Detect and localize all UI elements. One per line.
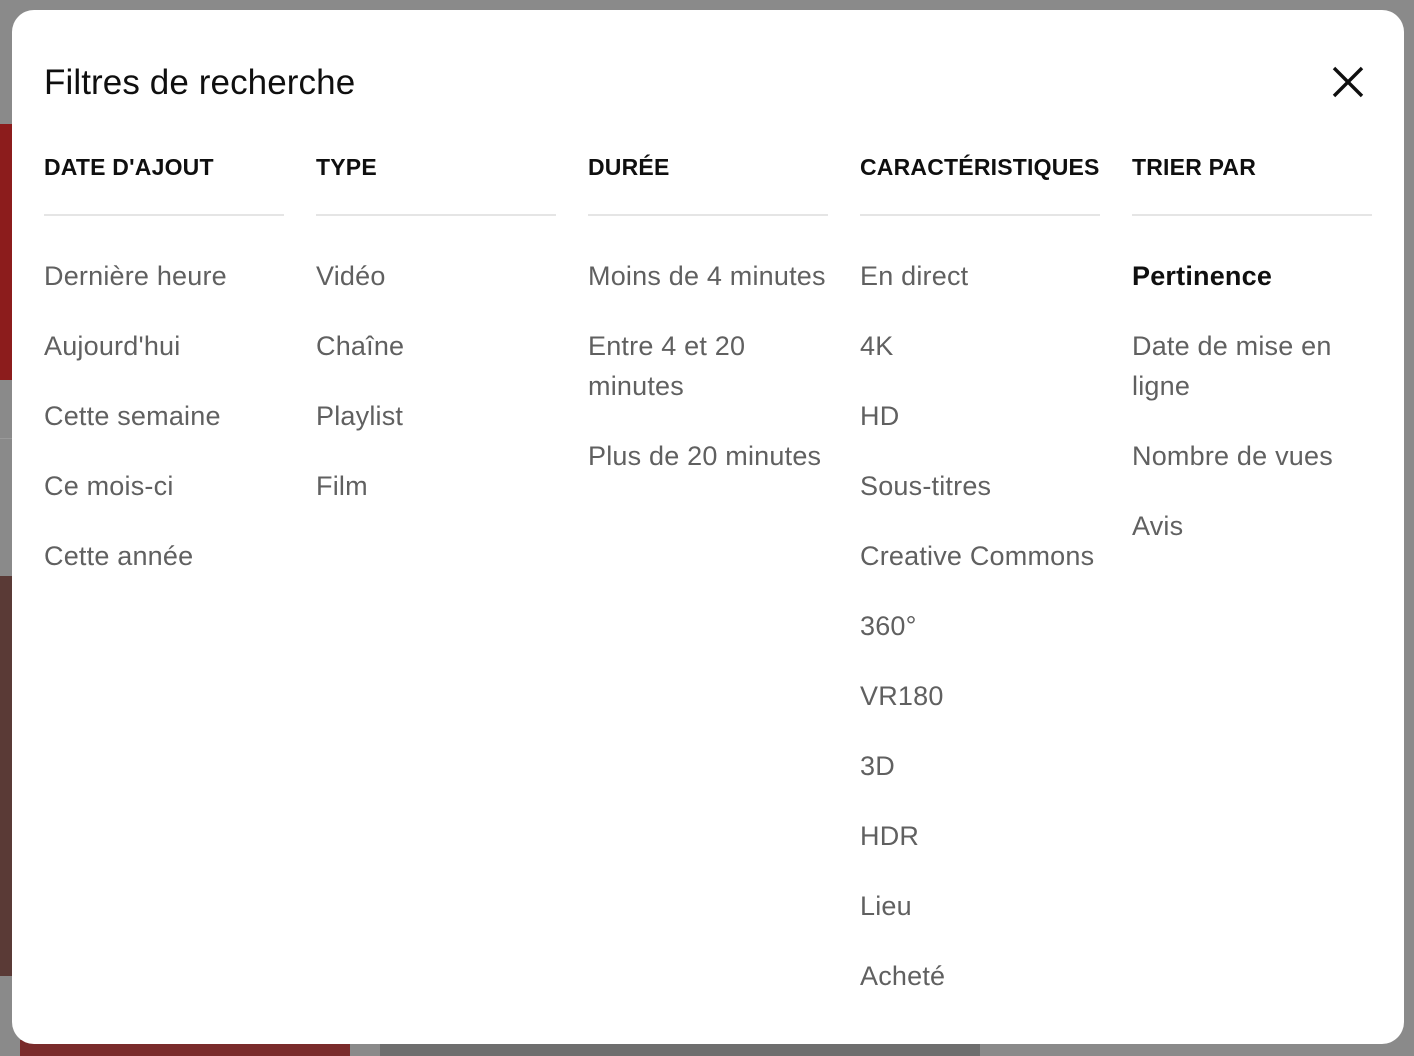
filter-option-this-month[interactable]: Ce mois-ci xyxy=(44,466,304,506)
filter-option-video[interactable]: Vidéo xyxy=(316,256,576,296)
filter-option-channel[interactable]: Chaîne xyxy=(316,326,576,366)
background-thumbnail xyxy=(0,124,12,380)
filter-option-4k[interactable]: 4K xyxy=(860,326,1120,366)
filter-option-hd[interactable]: HD xyxy=(860,396,1120,436)
filter-option-this-year[interactable]: Cette année xyxy=(44,536,304,576)
column-divider xyxy=(1132,214,1372,216)
filter-column-duration: DURÉE Moins de 4 minutes Entre 4 et 20 m… xyxy=(588,152,828,471)
column-header: DATE D'AJOUT xyxy=(44,154,214,180)
column-header: DURÉE xyxy=(588,154,670,180)
sort-option-rating[interactable]: Avis xyxy=(1132,506,1352,546)
option-list: Vidéo Chaîne Playlist Film xyxy=(316,256,576,536)
filter-option-today[interactable]: Aujourd'hui xyxy=(44,326,304,366)
filter-option-subtitles[interactable]: Sous-titres xyxy=(860,466,1120,506)
filter-option-hdr[interactable]: HDR xyxy=(860,816,1120,856)
option-list: Pertinence Date de mise en ligne Nombre … xyxy=(1132,256,1352,576)
filter-option-purchased[interactable]: Acheté xyxy=(860,956,1120,996)
column-divider xyxy=(316,214,556,216)
filter-column-sort-by: TRIER PAR Pertinence Date de mise en lig… xyxy=(1132,152,1372,541)
close-button[interactable] xyxy=(1324,60,1372,104)
filter-option-vr180[interactable]: VR180 xyxy=(860,676,1120,716)
filter-option-creative-commons[interactable]: Creative Commons xyxy=(860,536,1120,576)
column-divider xyxy=(860,214,1100,216)
search-filters-dialog: Filtres de recherche DATE D'AJOUT Derniè… xyxy=(12,10,1404,1044)
filter-option-last-hour[interactable]: Dernière heure xyxy=(44,256,304,296)
sort-option-upload-date[interactable]: Date de mise en ligne xyxy=(1132,326,1352,406)
filter-column-type: TYPE Vidéo Chaîne Playlist Film xyxy=(316,152,556,501)
background-thumbnail xyxy=(0,576,12,976)
column-header: TRIER PAR xyxy=(1132,154,1257,180)
filter-option-3d[interactable]: 3D xyxy=(860,746,1120,786)
filter-option-this-week[interactable]: Cette semaine xyxy=(44,396,304,436)
close-icon xyxy=(1332,66,1364,98)
sort-option-view-count[interactable]: Nombre de vues xyxy=(1132,436,1352,476)
filter-column-upload-date: DATE D'AJOUT Dernière heure Aujourd'hui … xyxy=(44,152,284,571)
column-divider xyxy=(588,214,828,216)
sort-option-relevance[interactable]: Pertinence xyxy=(1132,256,1352,296)
column-header: CARACTÉRISTIQUES xyxy=(860,154,1100,180)
filter-option-location[interactable]: Lieu xyxy=(860,886,1120,926)
option-list: En direct 4K HD Sous-titres Creative Com… xyxy=(860,256,1120,1026)
column-divider xyxy=(44,214,284,216)
filter-option-360[interactable]: 360° xyxy=(860,606,1120,646)
background-divider xyxy=(0,438,12,439)
option-list: Dernière heure Aujourd'hui Cette semaine… xyxy=(44,256,304,606)
filter-option-live[interactable]: En direct xyxy=(860,256,1120,296)
option-list: Moins de 4 minutes Entre 4 et 20 minutes… xyxy=(588,256,833,506)
filter-option-under-4-minutes[interactable]: Moins de 4 minutes xyxy=(588,256,833,296)
filter-option-movie[interactable]: Film xyxy=(316,466,576,506)
filter-option-playlist[interactable]: Playlist xyxy=(316,396,576,436)
dialog-title: Filtres de recherche xyxy=(44,63,356,102)
filter-column-features: CARACTÉRISTIQUES En direct 4K HD Sous-ti… xyxy=(860,152,1100,991)
filter-option-over-20-minutes[interactable]: Plus de 20 minutes xyxy=(588,436,833,476)
column-header: TYPE xyxy=(316,154,377,180)
filter-option-4-to-20-minutes[interactable]: Entre 4 et 20 minutes xyxy=(588,326,833,406)
